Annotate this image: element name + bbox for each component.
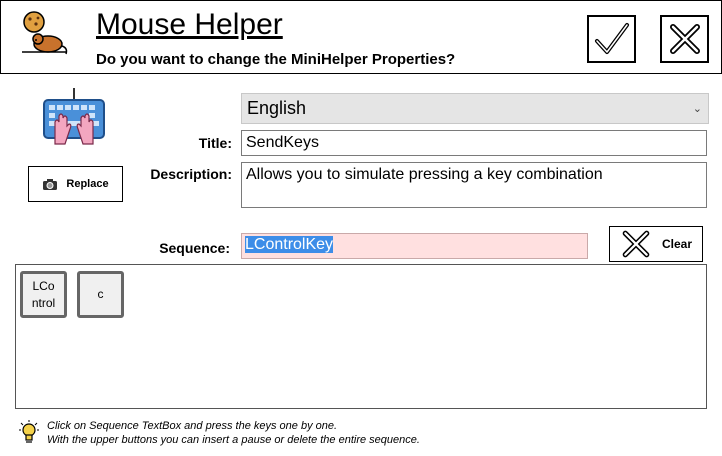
mouse-cookie-icon <box>16 10 68 56</box>
title-field[interactable]: SendKeys <box>241 130 707 156</box>
camera-icon <box>43 178 58 190</box>
hint-line-2: With the upper buttons you can insert a … <box>47 434 420 446</box>
replace-label: Replace <box>66 178 109 190</box>
confirm-button[interactable] <box>587 15 636 63</box>
title-label: Title: <box>198 135 232 151</box>
key-lcontrol[interactable]: LCo ntrol <box>20 271 67 318</box>
description-field[interactable]: Allows you to simulate pressing a key co… <box>241 162 707 208</box>
replace-image-button[interactable]: Replace <box>28 166 123 202</box>
language-selected: English <box>247 98 307 118</box>
clear-label: Clear <box>661 237 693 251</box>
lightbulb-icon <box>18 420 40 446</box>
clear-x-icon <box>622 230 650 258</box>
sequence-label: Sequence: <box>159 240 230 256</box>
language-select[interactable]: English ⌄ <box>241 93 709 124</box>
sequence-selected-text: LControlKey <box>245 236 334 253</box>
key-label: c <box>97 287 104 301</box>
close-button[interactable] <box>660 15 709 63</box>
description-label: Description: <box>150 166 232 182</box>
hint-line-1: Click on Sequence TextBox and press the … <box>47 420 338 432</box>
app-title: Mouse Helper <box>96 8 283 41</box>
key-c[interactable]: c <box>77 271 124 318</box>
app-subtitle: Do you want to change the MiniHelper Pro… <box>96 51 456 68</box>
checkmark-icon <box>594 23 629 54</box>
sequence-input[interactable]: LControlKey <box>241 233 588 259</box>
keyboard-hands-icon <box>41 86 107 150</box>
close-x-icon <box>669 24 700 54</box>
chevron-down-icon: ⌄ <box>692 103 702 115</box>
clear-sequence-button[interactable]: Clear <box>609 226 703 262</box>
key-label: LCo ntrol <box>31 278 56 310</box>
